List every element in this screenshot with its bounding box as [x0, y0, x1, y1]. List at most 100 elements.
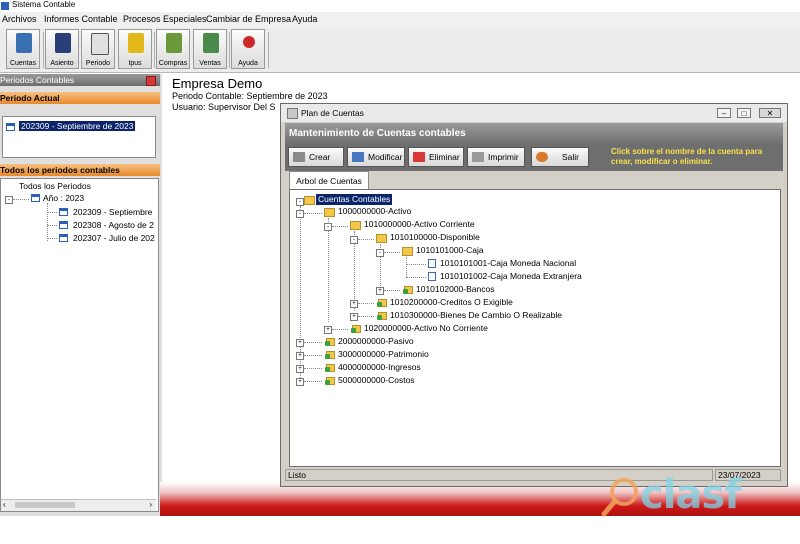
- salir-label: Salir: [562, 152, 580, 162]
- expand-icon[interactable]: +: [376, 287, 384, 295]
- accounts-tree: - Cuentas Contables - 1000000000-Activo …: [289, 189, 781, 467]
- maximize-button[interactable]: □: [737, 108, 751, 118]
- document-icon: [428, 259, 436, 268]
- menu-archivos[interactable]: Archivos: [2, 14, 37, 24]
- toolbar-ventas-button[interactable]: Ventas: [193, 29, 227, 69]
- money-icon: [128, 33, 144, 53]
- toolbar-ventas-label: Ventas: [199, 60, 221, 67]
- menu-ayuda[interactable]: Ayuda: [292, 14, 317, 24]
- user-line: Usuario: Supervisor Del S: [172, 102, 276, 112]
- crear-label: Crear: [309, 152, 331, 162]
- tree-node[interactable]: 1010300000-Bienes De Cambio O Realizable: [390, 310, 562, 321]
- dialog-titlebar: Plan de Cuentas – □ ✕: [281, 104, 787, 122]
- dialog-toolbar: Crear Modificar Eliminar Imprimir Salir …: [285, 145, 783, 171]
- tree-connector: [406, 264, 426, 265]
- tree-connector: [328, 218, 329, 322]
- panel-close-icon[interactable]: [146, 76, 156, 86]
- tree-root-all-periods[interactable]: Todos los Periodos: [19, 181, 91, 191]
- collapse-icon[interactable]: -: [350, 236, 358, 244]
- modificar-button[interactable]: Modificar: [347, 147, 405, 167]
- expand-icon[interactable]: +: [350, 300, 358, 308]
- current-period-item[interactable]: 202309 - Septiembre de 2023: [19, 121, 136, 131]
- toolbar-ayuda-button[interactable]: Ayuda: [231, 29, 265, 69]
- expand-icon[interactable]: +: [324, 326, 332, 334]
- menu-cambiar-empresa[interactable]: Cambiar de Empresa: [206, 14, 291, 24]
- tree-node[interactable]: 1000000000-Activo: [338, 206, 411, 217]
- toolbar-periodo-button[interactable]: Periodo: [81, 29, 115, 69]
- period-line: Periodo Contable: Septiembre de 2023: [172, 91, 328, 101]
- toolbar-separator: [268, 32, 269, 68]
- tree-connector: [358, 303, 374, 304]
- tree-connector: [406, 257, 407, 277]
- expand-icon[interactable]: +: [296, 365, 304, 373]
- imprimir-button[interactable]: Imprimir: [467, 147, 525, 167]
- expand-icon[interactable]: +: [350, 313, 358, 321]
- collapse-icon[interactable]: -: [296, 210, 304, 218]
- minimize-button[interactable]: –: [717, 108, 731, 118]
- tree-node[interactable]: 1010101000-Caja: [416, 245, 484, 256]
- folder-closed-icon: [403, 286, 413, 294]
- tree-node[interactable]: 1010101001-Caja Moneda Nacional: [440, 258, 576, 269]
- tree-connector: [47, 225, 57, 226]
- scroll-right-icon[interactable]: ›: [149, 500, 152, 509]
- dialog-hint: Click sobre el nombre de la cuenta para …: [611, 147, 763, 166]
- tree-connector: [358, 316, 374, 317]
- tree-period-item[interactable]: 202308 - Agosto de 2: [73, 220, 154, 230]
- expand-icon[interactable]: +: [296, 378, 304, 386]
- tree-node-root[interactable]: Cuentas Contables: [316, 194, 393, 205]
- periods-panel-title: Periodos Contables: [0, 74, 160, 86]
- close-button[interactable]: ✕: [759, 108, 781, 118]
- tree-connector: [13, 199, 29, 200]
- collapse-icon[interactable]: -: [324, 223, 332, 231]
- tree-node[interactable]: 1010100000-Disponible: [390, 232, 480, 243]
- tree-connector: [47, 203, 48, 241]
- collapse-icon[interactable]: -: [376, 249, 384, 257]
- calendar-icon: [59, 208, 68, 216]
- toolbar-compras-button[interactable]: Compras: [156, 29, 190, 69]
- help-icon: [243, 36, 255, 48]
- toolbar-cuentas-button[interactable]: Cuentas: [6, 29, 40, 69]
- expand-icon[interactable]: +: [296, 339, 304, 347]
- app-icon: [1, 2, 9, 10]
- toolbar-ipus-button[interactable]: Ipus: [118, 29, 152, 69]
- purchases-icon: [166, 33, 182, 53]
- app-title: Sistema Contable: [12, 0, 76, 9]
- tree-node[interactable]: 1010000000-Activo Corriente: [364, 219, 475, 230]
- dialog-header: Mantenimiento de Cuentas contables: [285, 123, 783, 145]
- tree-node[interactable]: 5000000000-Costos: [338, 375, 415, 386]
- tree-node[interactable]: 3000000000-Patrimonio: [338, 349, 429, 360]
- edit-icon: [352, 152, 364, 162]
- tree-node[interactable]: 1010101002-Caja Moneda Extranjera: [440, 271, 582, 282]
- folder-open-icon: [402, 247, 413, 256]
- tree-node[interactable]: 1020000000-Activo No Corriente: [364, 323, 488, 334]
- expand-icon[interactable]: +: [296, 352, 304, 360]
- dialog-header-text: Mantenimiento de Cuentas contables: [289, 128, 466, 139]
- salir-button[interactable]: Salir: [531, 147, 589, 167]
- eliminar-label: Eliminar: [429, 152, 460, 162]
- menu-informes[interactable]: Informes Contable: [44, 14, 118, 24]
- collapse-icon[interactable]: -: [296, 198, 304, 206]
- tree-node[interactable]: 2000000000-Pasivo: [338, 336, 414, 347]
- toolbar-asiento-button[interactable]: Asiento: [45, 29, 79, 69]
- scroll-left-icon[interactable]: ‹: [3, 500, 6, 509]
- tree-period-item[interactable]: 202307 - Julio de 202: [73, 233, 155, 243]
- tree-period-item[interactable]: 202309 - Septiembre: [73, 207, 152, 217]
- tab-arbol-de-cuentas[interactable]: Arbol de Cuentas: [289, 171, 369, 189]
- folder-closed-icon: [325, 338, 335, 346]
- folder-open-icon: [376, 234, 387, 243]
- modificar-label: Modificar: [368, 152, 403, 162]
- tree-year-node[interactable]: Año : 2023: [43, 193, 84, 203]
- folder-open-icon: [324, 208, 335, 217]
- tree-node[interactable]: 4000000000-Ingresos: [338, 362, 421, 373]
- tree-node[interactable]: 1010102000-Bancos: [416, 284, 494, 295]
- collapse-icon[interactable]: -: [5, 196, 13, 204]
- menu-procesos[interactable]: Procesos Especiales: [123, 14, 207, 24]
- main-toolbar: Cuentas Asiento Periodo Ipus Compras Ven…: [0, 28, 800, 73]
- scroll-thumb[interactable]: [15, 502, 75, 508]
- tree-connector: [304, 213, 322, 214]
- eliminar-button[interactable]: Eliminar: [408, 147, 464, 167]
- horizontal-scrollbar[interactable]: ‹ ›: [1, 499, 156, 511]
- dialog-title: Plan de Cuentas: [301, 108, 364, 118]
- tree-node[interactable]: 1010200000-Creditos O Exigible: [390, 297, 513, 308]
- crear-button[interactable]: Crear: [288, 147, 344, 167]
